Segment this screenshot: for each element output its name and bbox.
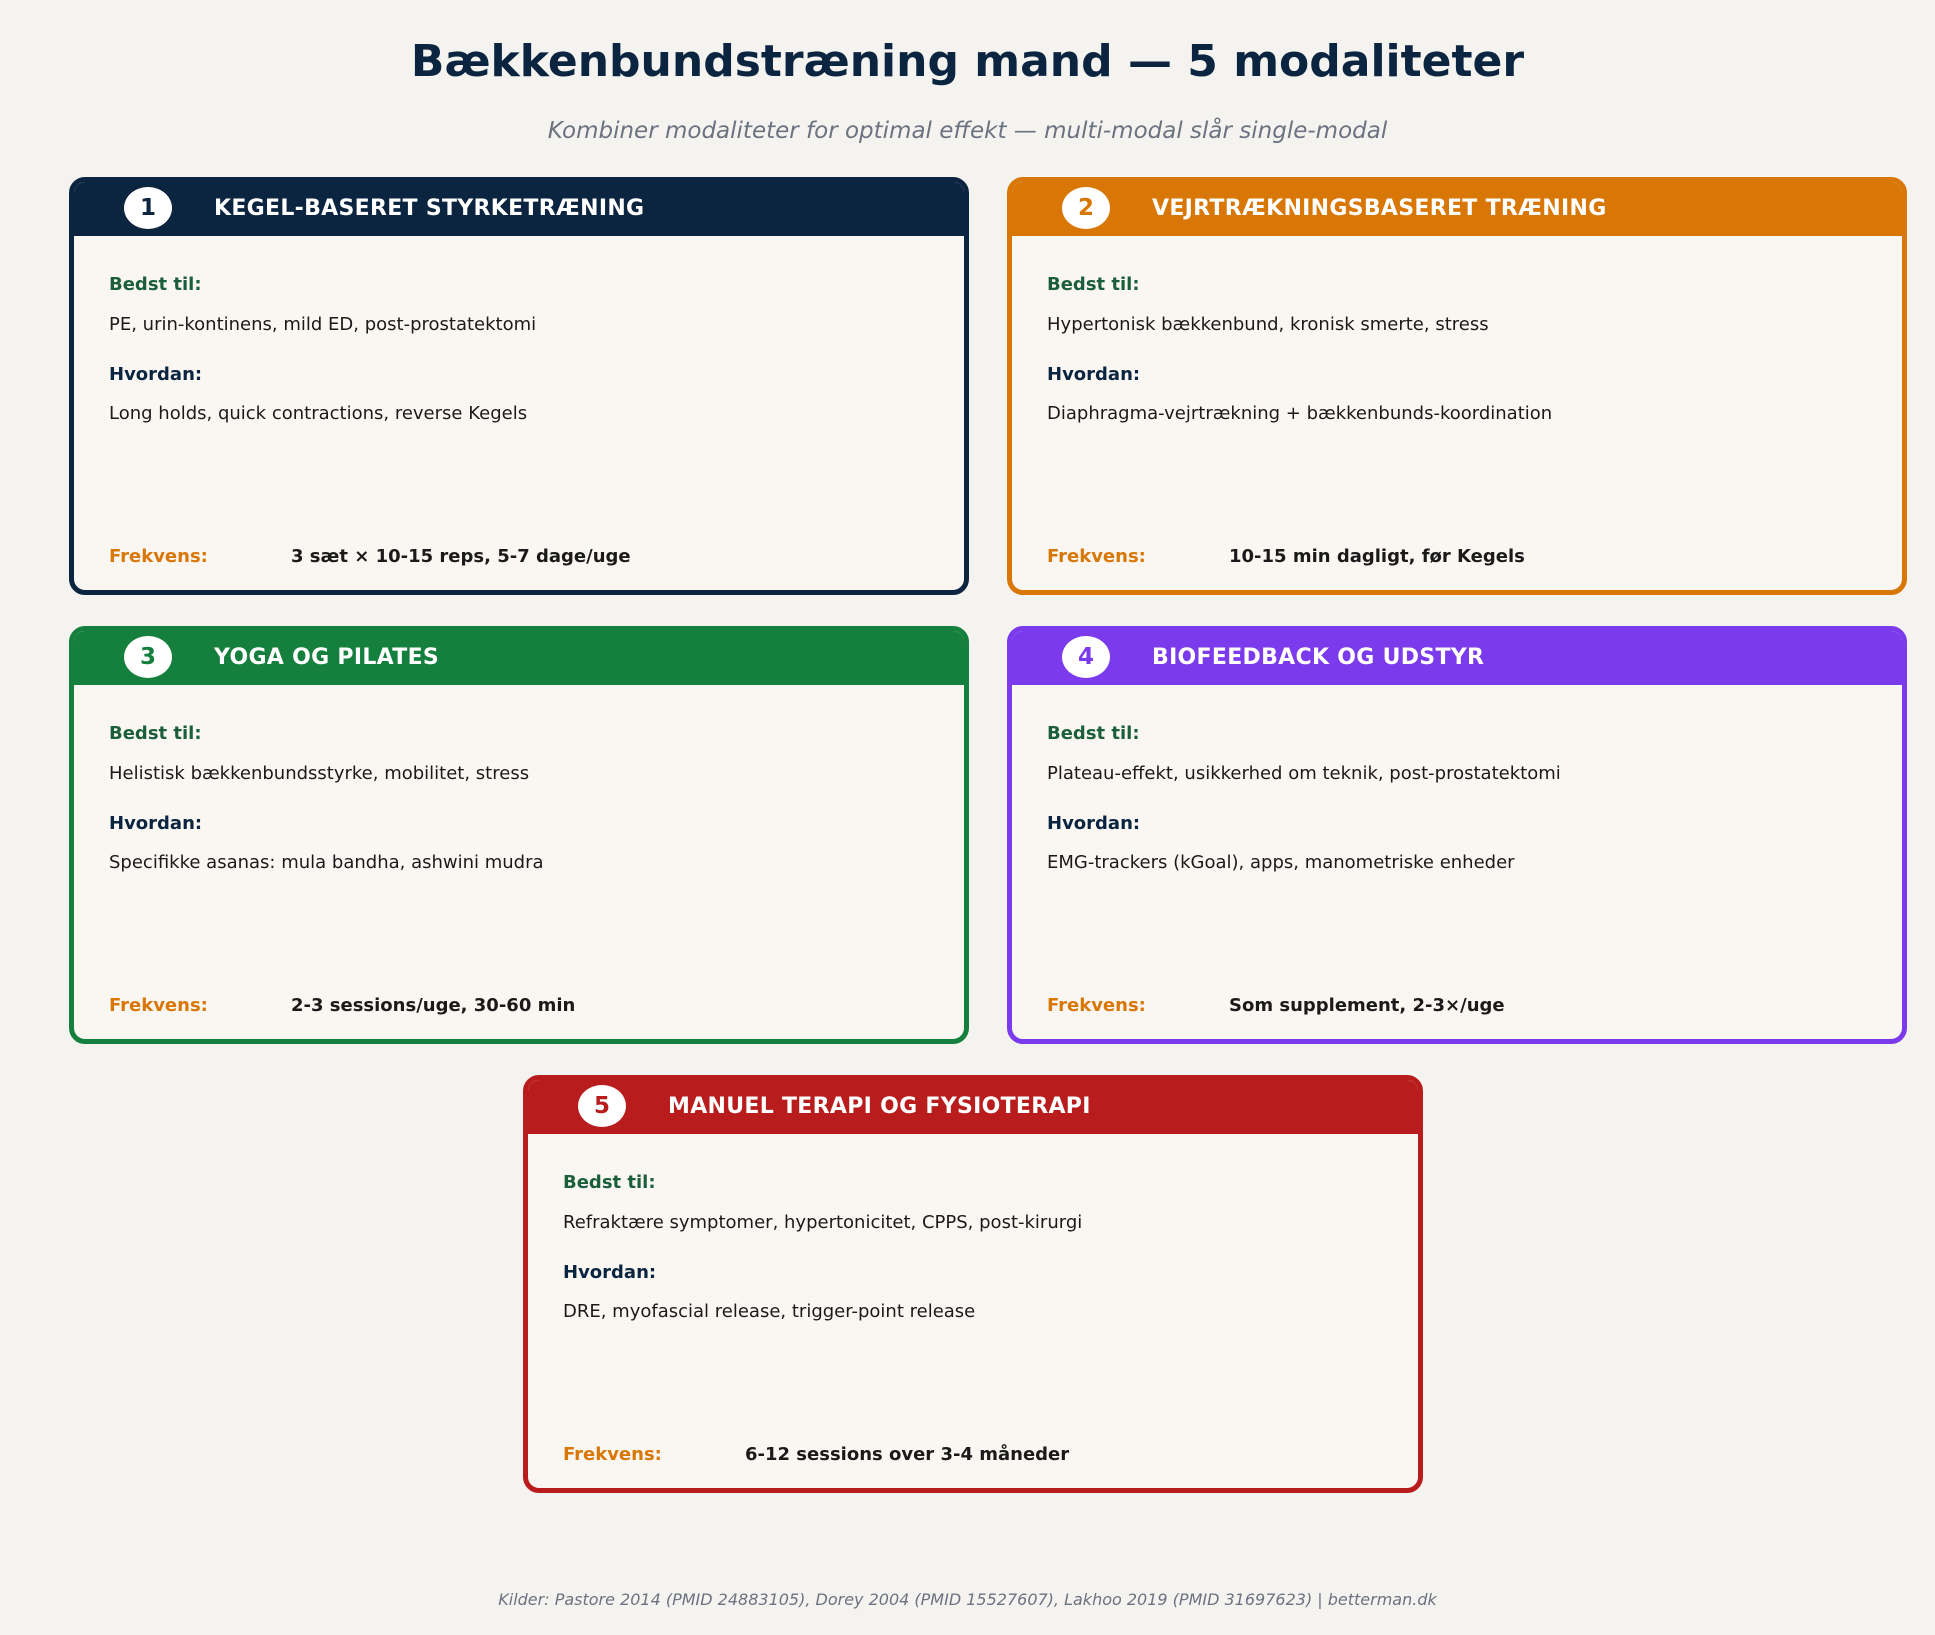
modality-card-4: 4 BIOFEEDBACK OG UDSTYR Bedst til: Plate… bbox=[1007, 626, 1907, 1044]
card-header: 5 MANUEL TERAPI OG FYSIOTERAPI bbox=[528, 1080, 1418, 1134]
how-label: Hvordan: bbox=[109, 813, 203, 834]
page-subtitle: Kombiner modaliteter for optimal effekt … bbox=[547, 118, 1388, 144]
frequency-label: Frekvens: bbox=[109, 995, 208, 1016]
best-for-text: Helistisk bækkenbundsstyrke, mobilitet, … bbox=[109, 763, 530, 784]
best-for-label: Bedst til: bbox=[563, 1172, 656, 1193]
modality-card-2: 2 VEJRTRÆKNINGSBASERET TRÆNING Bedst til… bbox=[1007, 177, 1907, 595]
how-text: Long holds, quick contractions, reverse … bbox=[109, 403, 528, 424]
page-title: Bækkenbundstræning mand — 5 modaliteter bbox=[410, 36, 1525, 87]
best-for-label: Bedst til: bbox=[1047, 723, 1140, 744]
modality-card-3: 3 YOGA OG PILATES Bedst til: Helistisk b… bbox=[69, 626, 969, 1044]
frequency-text: 6-12 sessions over 3-4 måneder bbox=[745, 1444, 1070, 1465]
frequency-text: Som supplement, 2-3×/uge bbox=[1229, 995, 1505, 1016]
frequency-text: 2-3 sessions/uge, 30-60 min bbox=[291, 995, 576, 1016]
frequency-text: 3 sæt × 10-15 reps, 5-7 dage/uge bbox=[291, 546, 631, 567]
how-text: Diaphragma-vejrtrækning + bækkenbunds-ko… bbox=[1047, 403, 1553, 424]
best-for-text: Hypertonisk bækkenbund, kronisk smerte, … bbox=[1047, 314, 1489, 335]
sources-footer: Kilder: Pastore 2014 (PMID 24883105), Do… bbox=[498, 1590, 1437, 1609]
frequency-label: Frekvens: bbox=[1047, 546, 1146, 567]
best-for-text: Refraktære symptomer, hypertonicitet, CP… bbox=[563, 1212, 1083, 1233]
how-label: Hvordan: bbox=[563, 1262, 657, 1283]
card-header: 2 VEJRTRÆKNINGSBASERET TRÆNING bbox=[1012, 182, 1902, 236]
frequency-label: Frekvens: bbox=[1047, 995, 1146, 1016]
modality-card-1: 1 KEGEL-BASERET STYRKETRÆNING Bedst til:… bbox=[69, 177, 969, 595]
modality-card-5: 5 MANUEL TERAPI OG FYSIOTERAPI Bedst til… bbox=[523, 1075, 1423, 1493]
number-badge: 4 bbox=[1062, 636, 1110, 678]
card-header: 4 BIOFEEDBACK OG UDSTYR bbox=[1012, 631, 1902, 685]
how-text: EMG-trackers (kGoal), apps, manometriske… bbox=[1047, 852, 1515, 873]
best-for-text: PE, urin-kontinens, mild ED, post-prosta… bbox=[109, 314, 537, 335]
card-title: YOGA OG PILATES bbox=[214, 645, 440, 670]
how-label: Hvordan: bbox=[1047, 364, 1141, 385]
best-for-label: Bedst til: bbox=[109, 723, 202, 744]
best-for-label: Bedst til: bbox=[109, 274, 202, 295]
how-label: Hvordan: bbox=[109, 364, 203, 385]
best-for-text: Plateau-effekt, usikkerhed om teknik, po… bbox=[1047, 763, 1561, 784]
card-header: 1 KEGEL-BASERET STYRKETRÆNING bbox=[74, 182, 964, 236]
number-badge: 5 bbox=[578, 1085, 626, 1127]
card-title: VEJRTRÆKNINGSBASERET TRÆNING bbox=[1152, 196, 1607, 221]
how-label: Hvordan: bbox=[1047, 813, 1141, 834]
card-header: 3 YOGA OG PILATES bbox=[74, 631, 964, 685]
number-badge: 3 bbox=[124, 636, 172, 678]
how-text: DRE, myofascial release, trigger-point r… bbox=[563, 1301, 976, 1322]
card-title: KEGEL-BASERET STYRKETRÆNING bbox=[214, 196, 645, 221]
number-badge: 2 bbox=[1062, 187, 1110, 229]
frequency-label: Frekvens: bbox=[563, 1444, 662, 1465]
how-text: Specifikke asanas: mula bandha, ashwini … bbox=[109, 852, 544, 873]
card-title: BIOFEEDBACK OG UDSTYR bbox=[1152, 645, 1485, 670]
frequency-text: 10-15 min dagligt, før Kegels bbox=[1229, 546, 1525, 567]
frequency-label: Frekvens: bbox=[109, 546, 208, 567]
number-badge: 1 bbox=[124, 187, 172, 229]
best-for-label: Bedst til: bbox=[1047, 274, 1140, 295]
card-title: MANUEL TERAPI OG FYSIOTERAPI bbox=[668, 1094, 1091, 1119]
